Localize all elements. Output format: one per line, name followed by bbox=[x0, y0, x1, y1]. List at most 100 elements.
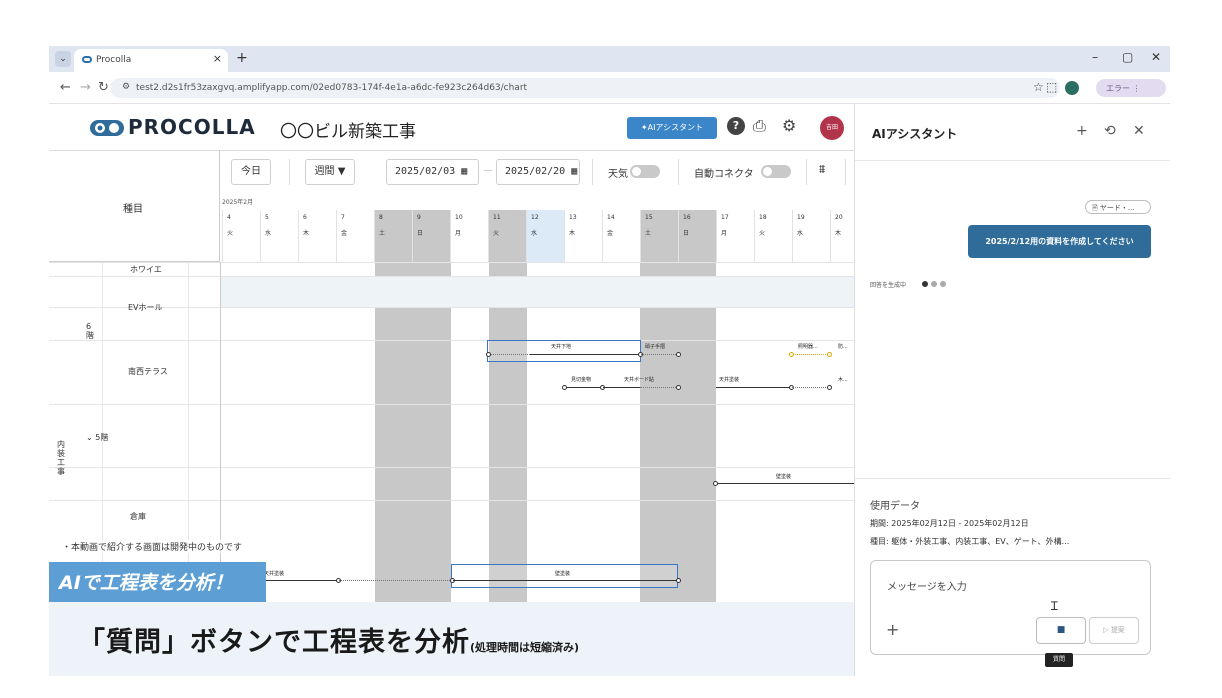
print-icon[interactable]: ⎙ bbox=[753, 116, 766, 136]
row-label-nansei-terrace: 南西テラス bbox=[128, 367, 168, 376]
add-attachment-icon[interactable]: + bbox=[886, 620, 899, 639]
task-dotted-line bbox=[339, 580, 452, 581]
task-line bbox=[716, 387, 792, 388]
browser-tab[interactable]: Procolla × bbox=[74, 49, 228, 72]
task-label: 防... bbox=[838, 344, 848, 350]
help-icon[interactable]: ? bbox=[727, 117, 745, 135]
close-window-icon[interactable]: ✕ bbox=[1151, 50, 1161, 64]
project-title: 〇〇ビル新築工事 bbox=[280, 122, 416, 142]
message-input[interactable]: メッセージを入力 bbox=[887, 578, 967, 593]
filter-icon[interactable]: ⩩ bbox=[819, 162, 825, 177]
task-line bbox=[603, 387, 640, 388]
task-node[interactable] bbox=[676, 578, 681, 583]
restore-icon[interactable]: ▢ bbox=[1122, 50, 1133, 64]
send-icon: ▷ bbox=[1103, 626, 1109, 634]
task-label: 天井塗装 bbox=[719, 377, 740, 383]
site-info-icon[interactable]: ⚙ bbox=[122, 82, 130, 92]
task-node[interactable] bbox=[676, 385, 681, 390]
calendar-icon[interactable]: ▦ bbox=[571, 166, 577, 177]
day-header: 9日 bbox=[412, 210, 450, 262]
dev-note: ・本動画で紹介する画面は開発中のものです bbox=[60, 540, 245, 553]
reload-icon[interactable]: ↻ bbox=[98, 80, 109, 95]
date-to-value: 2025/02/20 bbox=[505, 166, 566, 177]
period-select[interactable]: 週間 ▼ bbox=[305, 159, 355, 185]
row-label-howaie: ホワイエ bbox=[130, 265, 162, 274]
task-label: 壁塗装 bbox=[776, 474, 792, 480]
tab-search-button[interactable]: ⌄ bbox=[55, 51, 71, 67]
task-node[interactable] bbox=[789, 352, 794, 357]
day-header-today: 12 水 bbox=[526, 210, 564, 262]
stop-icon: ■ bbox=[1056, 625, 1066, 635]
calendar-icon[interactable]: ▦ bbox=[461, 166, 467, 177]
generating-status: 回答を生成中 bbox=[870, 282, 907, 289]
day-header: 4火 bbox=[222, 210, 260, 262]
floor-6-label: 6 階 bbox=[86, 322, 94, 340]
close-panel-icon[interactable]: ✕ bbox=[1133, 123, 1145, 139]
task-node[interactable] bbox=[827, 385, 832, 390]
task-node[interactable] bbox=[486, 352, 491, 357]
user-avatar[interactable]: 吉田 bbox=[820, 116, 844, 140]
day-header: 10 月 bbox=[450, 210, 488, 262]
kind-header: 種目 bbox=[123, 204, 143, 215]
toolbar-divider bbox=[845, 159, 846, 185]
weekend-shade bbox=[640, 210, 678, 602]
video-caption: 「質問」ボタンで工程表を分析(処理時間は短縮済み) bbox=[78, 620, 579, 659]
loading-dot bbox=[922, 281, 928, 287]
propose-label: 提案 bbox=[1110, 626, 1125, 634]
day-header: 14 金 bbox=[602, 210, 640, 262]
logo-text: PROCOLLA bbox=[128, 115, 256, 139]
attachment-chip[interactable]: 🗎 ヤード・... bbox=[1085, 200, 1151, 214]
user-message-bubble: 2025/2/12用の資料を作成してください bbox=[968, 225, 1151, 258]
question-tooltip: 質問 bbox=[1045, 653, 1073, 667]
error-pill[interactable]: エラー ⋮ bbox=[1096, 79, 1166, 97]
new-chat-icon[interactable]: + bbox=[1076, 123, 1088, 139]
task-node[interactable] bbox=[713, 481, 718, 486]
tab-close-icon[interactable]: × bbox=[213, 52, 222, 65]
month-label: 2025年2月 bbox=[222, 199, 254, 206]
history-icon[interactable]: ⟲ bbox=[1104, 123, 1116, 139]
url-field[interactable]: test2.d2s1fr53zaxgvq.amplifyapp.com/02ed… bbox=[110, 78, 1060, 98]
procolla-favicon-icon bbox=[82, 56, 92, 63]
task-node[interactable] bbox=[562, 385, 567, 390]
floor-5-toggle[interactable]: ⌄ 5階 bbox=[86, 432, 108, 443]
day-header: 5水 bbox=[260, 210, 298, 262]
used-data-kinds: 種目: 躯体・外装工事、内装工事、EV、ゲート、外構... bbox=[870, 537, 1070, 546]
extensions-icon[interactable]: ⬚ bbox=[1046, 80, 1057, 94]
back-icon[interactable]: ← bbox=[60, 80, 71, 95]
task-line bbox=[264, 580, 338, 581]
ai-assistant-button[interactable]: ✦AIアシスタント bbox=[627, 117, 717, 139]
minimize-icon[interactable]: – bbox=[1092, 50, 1098, 64]
date-from-field[interactable]: 2025/02/03 ▦ bbox=[386, 159, 479, 185]
day-header: 20 木 bbox=[830, 210, 854, 262]
day-header: 7金 bbox=[336, 210, 374, 262]
auto-connector-toggle[interactable] bbox=[761, 165, 791, 178]
forward-icon[interactable]: → bbox=[80, 80, 91, 95]
task-label: 見切金物 bbox=[571, 377, 592, 383]
row-divider bbox=[49, 276, 854, 277]
task-dotted-line bbox=[792, 354, 830, 355]
task-node[interactable] bbox=[827, 352, 832, 357]
row-divider bbox=[49, 500, 854, 501]
today-button[interactable]: 今日 bbox=[231, 159, 271, 185]
weekend-shade bbox=[678, 210, 716, 602]
new-tab-button[interactable]: + bbox=[236, 50, 248, 66]
weather-toggle[interactable] bbox=[630, 165, 660, 178]
range-separator: — bbox=[483, 165, 493, 176]
date-to-field[interactable]: 2025/02/20 ▦ bbox=[496, 159, 580, 185]
question-button[interactable]: ■ bbox=[1036, 617, 1086, 644]
ev-hall-row-band bbox=[220, 276, 854, 307]
row-divider bbox=[49, 307, 854, 308]
panel-divider bbox=[855, 478, 1170, 479]
day-header: 15 土 bbox=[640, 210, 678, 262]
chevron-down-icon[interactable]: ⌄ bbox=[86, 433, 93, 442]
bookmark-star-icon[interactable]: ☆ bbox=[1033, 80, 1044, 94]
auto-connector-label: 自動コネクタ bbox=[694, 169, 754, 180]
task-node[interactable] bbox=[676, 352, 681, 357]
row-label-ev-hall: EVホール bbox=[128, 303, 163, 312]
propose-button[interactable]: ▷ 提案 bbox=[1089, 617, 1139, 644]
gear-icon[interactable]: ⚙ bbox=[782, 116, 796, 135]
row-label-soko: 倉庫 bbox=[130, 512, 146, 521]
day-header: 18 火 bbox=[754, 210, 792, 262]
profile-avatar[interactable] bbox=[1065, 81, 1079, 95]
used-data-period: 期間: 2025年02月12日 - 2025年02月12日 bbox=[870, 519, 1029, 528]
